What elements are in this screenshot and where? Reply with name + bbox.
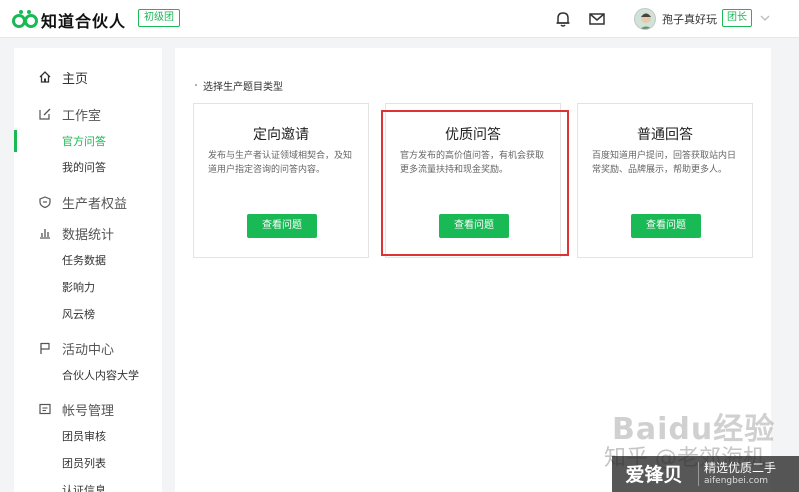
sidebar-subitem-label: 任务数据 [62,254,106,267]
card-targeted-invite: 定向邀请 发布与生产者认证领域相契合，及知道用户指定咨询的问答内容。 查看问题 [193,103,369,258]
id-card-icon [39,403,51,415]
view-questions-button[interactable]: 查看问题 [631,214,701,238]
edit-icon [39,108,51,120]
badge-title: 爱锋贝 [625,464,683,486]
card-description: 百度知道用户提问，回答获取站内日常奖励、品牌展示，帮助更多人。 [592,151,737,175]
sidebar-item-label: 帐号管理 [62,404,115,419]
card-quality-qa: 优质问答 官方发布的高价值问答，有机会获取更多流量扶持和现金奖励。 查看问题 [385,103,561,258]
sidebar-subitem-label: 合伙人内容大学 [62,369,139,382]
card-description: 发布与生产者认证领域相契合，及知道用户指定咨询的问答内容。 [208,151,353,175]
sidebar-item-influence[interactable]: 影响力 [14,274,162,300]
section-title-text: 选择生产题目类型 [203,82,283,93]
shield-icon [39,196,51,209]
sidebar-subitem-label: 团员列表 [62,457,106,470]
sidebar-item-label: 工作室 [62,109,102,124]
sidebar-item-member-list[interactable]: 团员列表 [14,450,162,476]
sidebar-subitem-label: 影响力 [62,281,95,294]
sidebar-subitem-label: 风云榜 [62,308,95,321]
role-tag: 团长 [722,9,752,27]
sidebar: 主页 工作室 官方问答 我的问答 生产者权益 数据统计 任务数据 影响力 风云榜… [14,48,162,492]
sidebar-item-member-review[interactable]: 团员审核 [14,423,162,449]
sidebar-item-my-qa[interactable]: 我的问答 [14,154,162,180]
flag-icon [40,342,50,354]
mail-icon[interactable] [588,10,606,28]
sidebar-item-label: 主页 [62,72,89,87]
card-title: 普通回答 [637,127,693,143]
view-questions-button[interactable]: 查看问题 [247,214,317,238]
card-title: 优质问答 [445,127,501,143]
top-bar: 知道合伙人 初级团 孢子真好玩 团长 [0,0,799,38]
logo-icon [12,10,38,28]
sidebar-subitem-label: 认证信息 [62,484,106,492]
sidebar-subitem-label: 官方问答 [62,135,106,148]
card-normal-answer: 普通回答 百度知道用户提问，回答获取站内日常奖励、品牌展示，帮助更多人。 查看问… [577,103,753,258]
sidebar-item-certification[interactable]: 认证信息 [14,477,162,492]
sidebar-item-stats[interactable]: 数据统计 [14,220,162,246]
username[interactable]: 孢子真好玩 [662,11,717,27]
active-indicator [14,130,17,152]
brand-title[interactable]: 知道合伙人 [41,8,126,32]
aifengbei-badge: 爱锋贝 精选优质二手 aifengbei.com [612,456,799,492]
badge-slogan: 精选优质二手 [704,461,777,475]
sidebar-item-university[interactable]: 合伙人内容大学 [14,362,162,388]
sidebar-subitem-label: 团员审核 [62,430,106,443]
sidebar-item-events[interactable]: 活动中心 [14,335,162,361]
sidebar-item-studio[interactable]: 工作室 [14,101,162,127]
sidebar-item-label: 数据统计 [62,228,115,243]
section-title: 选择生产题目类型 [195,78,283,93]
bell-icon[interactable] [554,10,572,28]
card-title: 定向邀请 [253,127,309,143]
sidebar-item-label: 活动中心 [62,343,115,358]
badge-divider [698,462,699,486]
chevron-down-icon[interactable] [759,12,771,24]
sidebar-item-task-data[interactable]: 任务数据 [14,247,162,273]
level-tag: 初级团 [138,9,180,27]
sidebar-item-account[interactable]: 帐号管理 [14,396,162,422]
sidebar-subitem-label: 我的问答 [62,161,106,174]
home-icon [39,71,51,83]
avatar[interactable] [634,8,656,30]
badge-domain: aifengbei.com [704,476,768,486]
card-description: 官方发布的高价值问答，有机会获取更多流量扶持和现金奖励。 [400,151,545,175]
bar-chart-icon [40,229,50,239]
sidebar-item-official-qa[interactable]: 官方问答 [14,128,162,154]
view-questions-button[interactable]: 查看问题 [439,214,509,238]
sidebar-item-ranking[interactable]: 风云榜 [14,301,162,327]
sidebar-item-label: 生产者权益 [62,197,128,212]
sidebar-item-home[interactable]: 主页 [14,64,162,90]
sidebar-item-rights[interactable]: 生产者权益 [14,189,162,215]
